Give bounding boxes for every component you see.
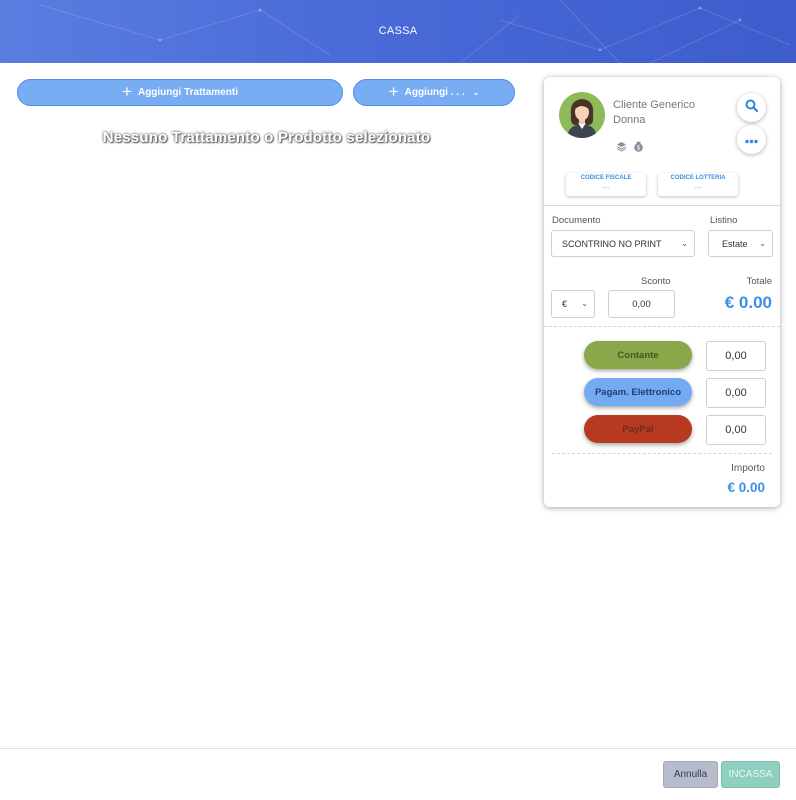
add-treatments-button[interactable]: + Aggiungi Trattamenti [17, 79, 343, 106]
page-title: CASSA [378, 25, 418, 37]
chevron-down-icon: ⌄ [472, 88, 480, 97]
chevron-down-icon: ⌄ [681, 239, 688, 248]
incassa-button[interactable]: INCASSA [721, 761, 780, 788]
header-bar: CASSA [0, 0, 796, 63]
lottery-code-value: --- [694, 183, 702, 192]
payments-divider-dashed [552, 453, 772, 454]
fiscal-code-field[interactable]: CODICE FISCALE --- [566, 173, 646, 196]
lottery-code-label: CODICE LOTTERIA [670, 175, 726, 181]
client-name-line1: Cliente Generico [613, 99, 695, 111]
client-icons: $ [616, 139, 644, 152]
fiscal-code-label: CODICE FISCALE [580, 175, 632, 181]
search-client-button[interactable] [737, 93, 766, 122]
listino-label: Listino [710, 215, 738, 226]
woman-avatar-icon[interactable] [559, 92, 605, 138]
cash-payment-button[interactable]: Contante [584, 341, 692, 369]
add-more-dropdown-button[interactable]: + Aggiungi . . . ⌄ [353, 79, 515, 106]
electronic-amount-input[interactable]: 0,00 [706, 378, 766, 408]
plus-icon: + [388, 82, 399, 101]
total-label: Totale [746, 276, 772, 287]
cash-amount-input[interactable]: 0,00 [706, 341, 766, 371]
panel-divider [544, 205, 780, 206]
more-options-button[interactable] [737, 125, 766, 154]
chevron-down-icon: ⌄ [581, 299, 588, 308]
paypal-amount-input[interactable]: 0,00 [706, 415, 766, 445]
panel-divider-dashed [544, 326, 780, 327]
document-value: SCONTRINO NO PRINT [562, 238, 662, 249]
discount-label: Sconto [641, 276, 671, 287]
empty-selection-message: Nessuno Trattamento o Prodotto seleziona… [102, 129, 431, 146]
cancel-button[interactable]: Annulla [663, 761, 718, 788]
listino-select[interactable]: Estate ⌄ [708, 230, 773, 257]
total-amount: € 0.00 [724, 293, 772, 312]
svg-text:$: $ [637, 145, 641, 152]
discount-input[interactable]: 0,00 [608, 290, 675, 318]
checkout-panel: Cliente Generico Donna $ CODICE FISCALE … [544, 77, 780, 507]
money-bag-icon[interactable]: $ [633, 139, 644, 152]
currency-value: € [562, 299, 568, 309]
importo-label: Importo [731, 463, 765, 474]
paypal-payment-button[interactable]: PayPal [584, 415, 692, 443]
importo-amount: € 0.00 [727, 480, 765, 495]
electronic-payment-button[interactable]: Pagam. Elettronico [584, 378, 692, 406]
client-name[interactable]: Cliente Generico Donna [613, 98, 695, 128]
more-dots-icon [745, 131, 758, 149]
add-treatments-label: Aggiungi Trattamenti [137, 87, 238, 98]
document-select[interactable]: SCONTRINO NO PRINT ⌄ [551, 230, 695, 257]
lottery-code-field[interactable]: CODICE LOTTERIA --- [658, 173, 738, 196]
discount-currency-select[interactable]: € ⌄ [551, 290, 595, 318]
plus-icon: + [122, 82, 132, 101]
search-icon [745, 99, 759, 117]
document-label: Documento [552, 215, 601, 226]
listino-value: Estate [722, 238, 748, 249]
fiscal-code-value: --- [602, 183, 610, 192]
footer-divider [0, 748, 796, 749]
add-more-label: Aggiungi . . . [404, 87, 465, 98]
chevron-down-icon: ⌄ [759, 239, 766, 248]
layers-icon[interactable] [616, 139, 627, 152]
client-name-line2: Donna [613, 114, 646, 126]
